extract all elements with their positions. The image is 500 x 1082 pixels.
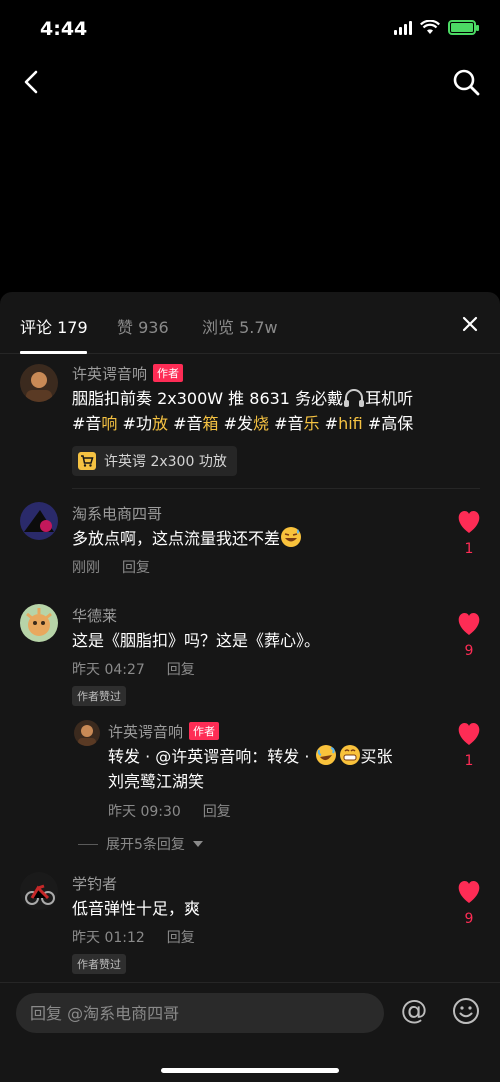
- like-button[interactable]: 1: [454, 510, 484, 557]
- like-count: 1: [464, 541, 474, 557]
- signal-icon: [394, 20, 412, 35]
- expand-replies-button[interactable]: 展开5条回复: [78, 834, 203, 854]
- reply-text-line-2: 刘亮鹭江湖笑: [108, 772, 205, 791]
- product-label: 许英谔 2x300 功放: [104, 454, 227, 470]
- commenter-name[interactable]: 许英谔音响: [108, 723, 183, 741]
- hashtag[interactable]: #高保: [368, 414, 413, 433]
- tab-comments[interactable]: 评论 179: [20, 314, 88, 338]
- avatar[interactable]: [20, 872, 58, 910]
- commenter-name[interactable]: 华德莱: [72, 605, 117, 626]
- reply-button[interactable]: 回复: [167, 930, 195, 946]
- like-button[interactable]: 9: [454, 880, 484, 927]
- status-time: 4:44: [40, 18, 88, 40]
- expand-label: 展开5条回复: [106, 837, 185, 853]
- status-bar: 4:44: [0, 0, 500, 58]
- product-link[interactable]: 许英谔 2x300 功放: [72, 446, 237, 476]
- tab-views[interactable]: 浏览 5.7w: [202, 314, 278, 338]
- shopping-cart-icon: [78, 452, 96, 470]
- hashtag[interactable]: #音箱: [173, 414, 218, 433]
- like-count: 9: [464, 643, 474, 659]
- comment-time: 昨天 01:12: [72, 930, 145, 946]
- close-button[interactable]: [460, 314, 480, 334]
- heart-icon: [458, 511, 480, 533]
- like-count: 9: [464, 911, 474, 927]
- battery-icon: [448, 20, 479, 35]
- hashtag[interactable]: #功放: [123, 414, 168, 433]
- comment-time: 昨天 04:27: [72, 662, 145, 678]
- comment-meta: 昨天 01:12 回复: [72, 927, 195, 947]
- comment-time: 刚刚: [72, 560, 100, 576]
- reply-button[interactable]: 回复: [122, 560, 150, 576]
- tab-likes[interactable]: 赞 936: [117, 314, 169, 338]
- hashtag[interactable]: #音响: [72, 414, 117, 433]
- post-line-1: 胭脂扣前奏 2x300W 推 8631 务必戴 耳机听: [72, 389, 414, 408]
- grinning-face-emoji-icon: [339, 745, 360, 765]
- comment-tabs: 评论 179 赞 936 浏览 5.7w: [0, 292, 500, 354]
- like-button[interactable]: 9: [454, 612, 484, 659]
- comment-text: 这是《胭脂扣》吗？这是《葬心》。: [72, 631, 321, 650]
- reply-text-line-1: 转发 · @许英谔音响：转发 · 买张: [108, 744, 393, 769]
- avatar[interactable]: [20, 502, 58, 540]
- back-button[interactable]: [14, 64, 50, 100]
- active-tab-indicator: [20, 351, 87, 354]
- comment-meta: 昨天 09:30 回复: [108, 801, 231, 821]
- caret-down-icon: [192, 841, 203, 847]
- reply-author-row: 许英谔音响 作者: [108, 721, 220, 742]
- smiley-icon: [453, 998, 479, 1024]
- author-tag: 作者: [153, 364, 184, 382]
- commenter-name[interactable]: 淘系电商四哥: [72, 503, 162, 524]
- author-name[interactable]: 许英谔音响: [72, 365, 147, 383]
- reply-button[interactable]: 回复: [203, 804, 231, 820]
- divider: [72, 488, 480, 489]
- author-liked-badge: 作者赞过: [72, 954, 126, 974]
- expand-line: [78, 843, 98, 845]
- reply-input[interactable]: [16, 993, 384, 1033]
- comment-text: 低音弹性十足，爽: [72, 899, 201, 918]
- heart-icon: [458, 881, 480, 903]
- reply-button[interactable]: 回复: [167, 662, 195, 678]
- headphones-icon: [344, 389, 365, 407]
- hashtag[interactable]: #发烧: [224, 414, 269, 433]
- comment-text: 多放点啊，这点流量我还不差: [72, 526, 302, 551]
- avatar[interactable]: [74, 720, 100, 746]
- like-count: 1: [464, 753, 474, 769]
- author-liked-badge: 作者赞过: [72, 686, 126, 706]
- post-author-row: 许英谔音响 作者: [72, 363, 184, 384]
- avatar[interactable]: [20, 364, 58, 402]
- avatar[interactable]: [20, 604, 58, 642]
- author-tag: 作者: [189, 722, 220, 740]
- home-indicator: [161, 1068, 339, 1073]
- emoji-button[interactable]: [452, 997, 480, 1025]
- search-button[interactable]: [448, 64, 484, 100]
- wifi-icon: [420, 20, 440, 34]
- close-icon: [462, 316, 478, 332]
- heart-icon: [458, 613, 480, 635]
- comment-meta: 刚刚 回复: [72, 557, 150, 577]
- hashtag[interactable]: #音乐: [274, 414, 319, 433]
- post-hashtags: #音响 #功放 #音箱 #发烧 #音乐 #hifi #高保: [72, 411, 413, 436]
- rolling-laugh-emoji-icon: [315, 745, 336, 765]
- top-nav: [0, 58, 500, 106]
- reply-bar: @: [0, 982, 500, 1082]
- chevron-left-icon: [24, 70, 38, 94]
- comment-time: 昨天 09:30: [108, 804, 181, 820]
- grinning-sweat-emoji-icon: [281, 527, 302, 547]
- like-button[interactable]: 1: [454, 722, 484, 769]
- hashtag[interactable]: #hifi: [325, 414, 363, 433]
- search-icon: [453, 69, 480, 96]
- comment-meta: 昨天 04:27 回复: [72, 659, 195, 679]
- mention-button[interactable]: @: [398, 995, 430, 1027]
- commenter-name[interactable]: 学钓者: [72, 873, 117, 894]
- heart-icon: [458, 723, 480, 745]
- status-icons: [394, 20, 479, 35]
